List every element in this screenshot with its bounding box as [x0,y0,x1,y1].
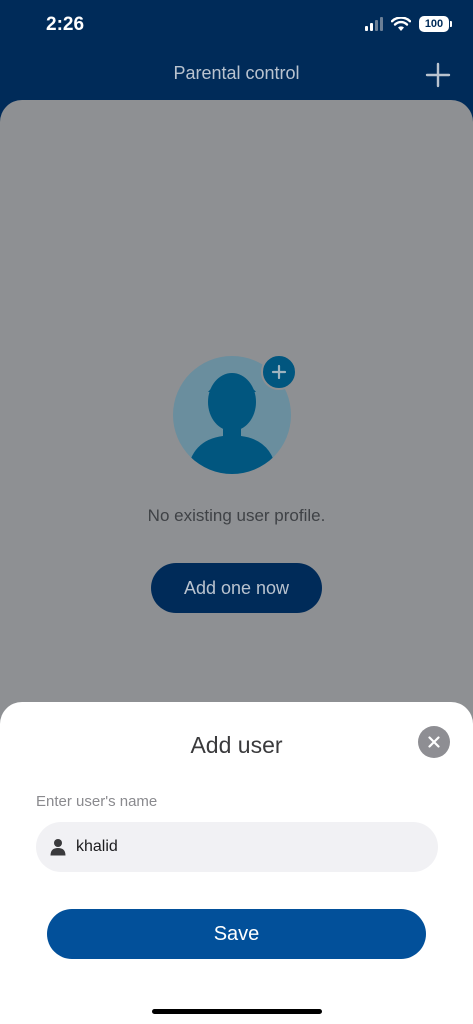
plus-icon [271,364,287,380]
status-icons: 100 [365,16,452,32]
status-time: 2:26 [46,14,85,35]
name-input[interactable] [76,822,416,872]
profile-list-area: No existing user profile. Add one now [0,100,473,740]
empty-state-message: No existing user profile. [147,506,326,525]
page-title: Parental control [173,63,300,83]
close-icon [428,736,440,748]
plus-icon [425,62,451,88]
name-field[interactable] [36,822,438,872]
home-indicator [152,1009,322,1014]
avatar-add-button[interactable] [261,354,297,390]
battery-icon: 100 [419,16,452,32]
name-field-label: Enter user's name [36,793,158,810]
add-user-sheet: Add user Enter user's name Save [0,702,473,1024]
close-button[interactable] [418,726,450,758]
person-icon [50,839,66,856]
dialog-title: Add user [190,732,283,758]
status-bar: 2:26 100 [0,0,473,52]
signal-icon [365,17,383,31]
add-one-now-button[interactable]: Add one now [151,563,322,613]
add-profile-button[interactable] [425,62,451,88]
wifi-icon [391,16,411,31]
save-button[interactable]: Save [47,909,426,959]
